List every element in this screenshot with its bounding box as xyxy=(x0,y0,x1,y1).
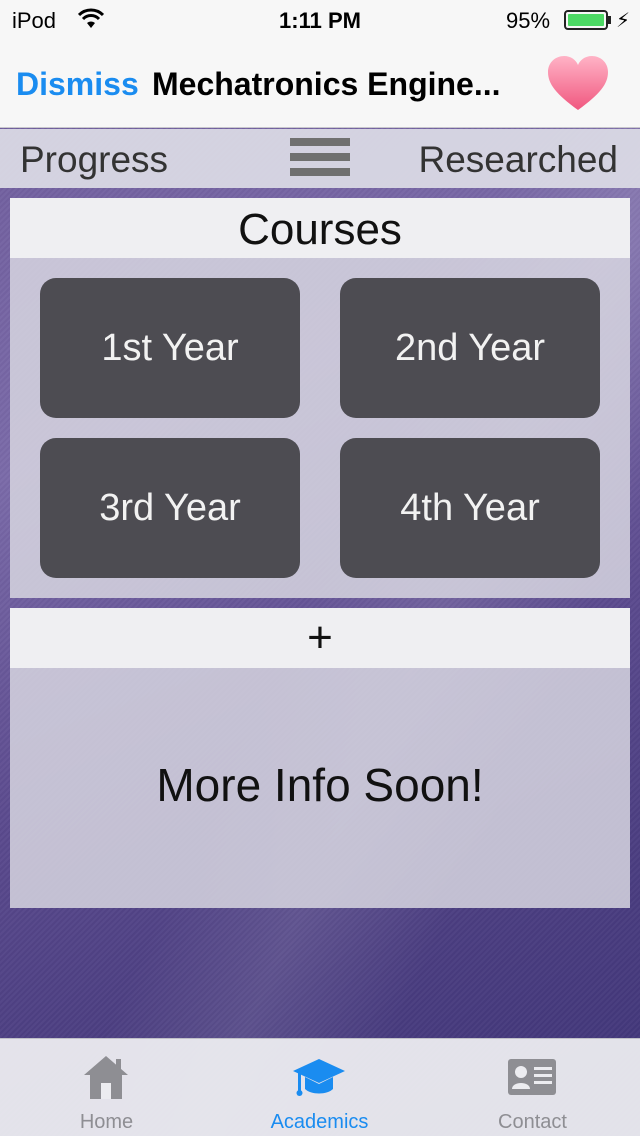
battery-icon xyxy=(564,10,611,30)
tab-academics[interactable]: Academics xyxy=(213,1039,426,1136)
graduation-cap-icon xyxy=(293,1059,345,1096)
info-card: + More Info Soon! xyxy=(10,608,630,908)
tab-academics-label: Academics xyxy=(270,1111,369,1133)
tab-home[interactable]: Home xyxy=(0,1039,213,1136)
tab-contact-label: Contact xyxy=(498,1111,567,1133)
second-year-button[interactable]: 2nd Year xyxy=(340,278,600,418)
tab-contact[interactable]: Contact xyxy=(426,1039,639,1136)
dismiss-button[interactable]: Dismiss xyxy=(16,66,139,103)
researched-tab[interactable]: Researched xyxy=(418,139,618,181)
contact-card-icon xyxy=(508,1059,556,1095)
progress-tab[interactable]: Progress xyxy=(20,139,168,181)
bolt-icon: ⚡︎ xyxy=(616,10,631,32)
info-message: More Info Soon! xyxy=(156,759,484,811)
navigation-bar: Dismiss Mechatronics Engine... xyxy=(0,40,640,128)
expand-button[interactable]: + xyxy=(10,608,630,668)
home-icon xyxy=(84,1056,128,1099)
tab-home-label: Home xyxy=(79,1111,134,1133)
hamburger-menu-icon[interactable] xyxy=(290,138,350,180)
segment-bar: Progress Researched xyxy=(0,129,640,188)
tab-bar: Home Academics Contact xyxy=(0,1038,640,1136)
heart-icon[interactable] xyxy=(546,54,610,114)
third-year-button[interactable]: 3rd Year xyxy=(40,438,300,578)
courses-card: Courses 1st Year 2nd Year 3rd Year 4th Y… xyxy=(10,198,630,598)
courses-header: Courses xyxy=(10,198,630,258)
first-year-button[interactable]: 1st Year xyxy=(40,278,300,418)
battery-percent: 95% xyxy=(506,8,551,33)
status-bar: iPod 1:11 PM 95% ⚡︎ xyxy=(0,0,640,40)
fourth-year-button[interactable]: 4th Year xyxy=(340,438,600,578)
page-title: Mechatronics Engine... xyxy=(152,66,501,102)
battery-fill xyxy=(568,14,605,26)
